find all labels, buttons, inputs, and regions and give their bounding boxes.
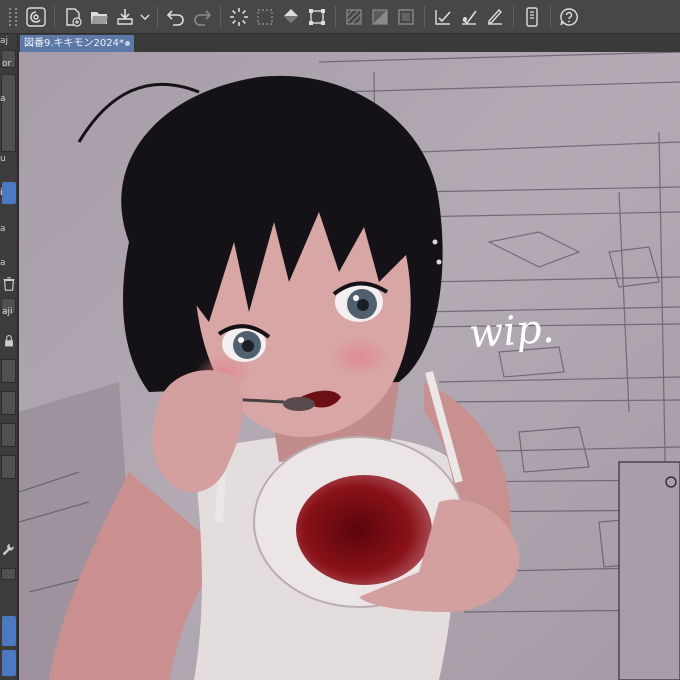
pattern-icon[interactable] [341,4,367,30]
spoon-bowl [283,397,315,411]
document-tab[interactable]: 図番9.キキモン2024* [20,35,134,52]
tablet-icon[interactable] [519,4,545,30]
fridge-door [618,461,680,680]
panel-swatch[interactable] [1,391,16,415]
selection-icon[interactable] [252,4,278,30]
trash-icon[interactable] [0,274,18,294]
drawing-canvas[interactable]: wip. [19,52,680,680]
panel-header[interactable]: aji [1,298,16,317]
layer-icon[interactable] [367,4,393,30]
toolbar-separator [54,5,55,28]
handwriting-label: wip. [467,306,555,358]
toolbar-separator [513,5,514,28]
loading-spinner-icon[interactable] [226,4,252,30]
panel-list[interactable] [1,74,16,152]
eye-highlight [353,295,359,301]
toolbar-separator [424,5,425,28]
panel-label: or [2,59,12,69]
earring [432,239,438,245]
document-tab-bar: 図番9.キキモン2024* [18,34,680,52]
checkmark-tool-icon[interactable] [430,4,456,30]
save-icon[interactable] [112,4,138,30]
panel-label: a [0,258,6,268]
panel-active-button[interactable] [2,616,16,646]
panel-label: a [0,94,6,104]
redo-icon[interactable] [189,4,215,30]
transform-icon[interactable] [304,4,330,30]
panel-swatch[interactable] [1,423,16,447]
eye-highlight [238,337,244,343]
wrench-icon[interactable] [0,542,18,562]
fill-icon[interactable] [278,4,304,30]
pen-check-icon[interactable] [482,4,508,30]
frame-icon[interactable] [393,4,419,30]
panel-label: aj [0,36,9,46]
brush-check-icon[interactable] [456,4,482,30]
panel-bar[interactable] [1,568,16,580]
panel-swatch[interactable] [1,359,16,383]
panel-swatch[interactable] [1,455,16,479]
artwork: wip. [19,52,680,680]
toolbar-separator [335,5,336,28]
panel-label: a [0,224,6,234]
new-file-icon[interactable] [60,4,86,30]
undo-icon[interactable] [163,4,189,30]
earring [436,259,442,265]
help-icon[interactable] [556,4,582,30]
toolbar-separator [220,5,221,28]
panel-label: i [0,188,3,198]
lock-icon[interactable] [0,334,18,352]
chevron-down-icon[interactable] [138,4,152,30]
open-folder-icon[interactable] [86,4,112,30]
panel-label: aji [2,307,13,317]
panel-label: u [0,154,6,164]
document-tab-title: 図番9.キキモン2024* [24,38,124,49]
menu-logo-icon[interactable] [23,4,49,30]
left-tool-panel: aj or a u i a a aji [0,34,18,680]
toolbar-separator [550,5,551,28]
panel-dropdown[interactable]: or [1,50,16,69]
toolbar-grip[interactable] [9,7,17,26]
close-icon[interactable] [125,41,130,46]
pupil-left [242,340,254,352]
toolbar-separator [157,5,158,28]
cheek-right [329,337,389,377]
pupil-right [357,299,369,311]
panel-active-button[interactable] [2,650,16,676]
main-toolbar [0,0,680,34]
soup [296,475,432,585]
